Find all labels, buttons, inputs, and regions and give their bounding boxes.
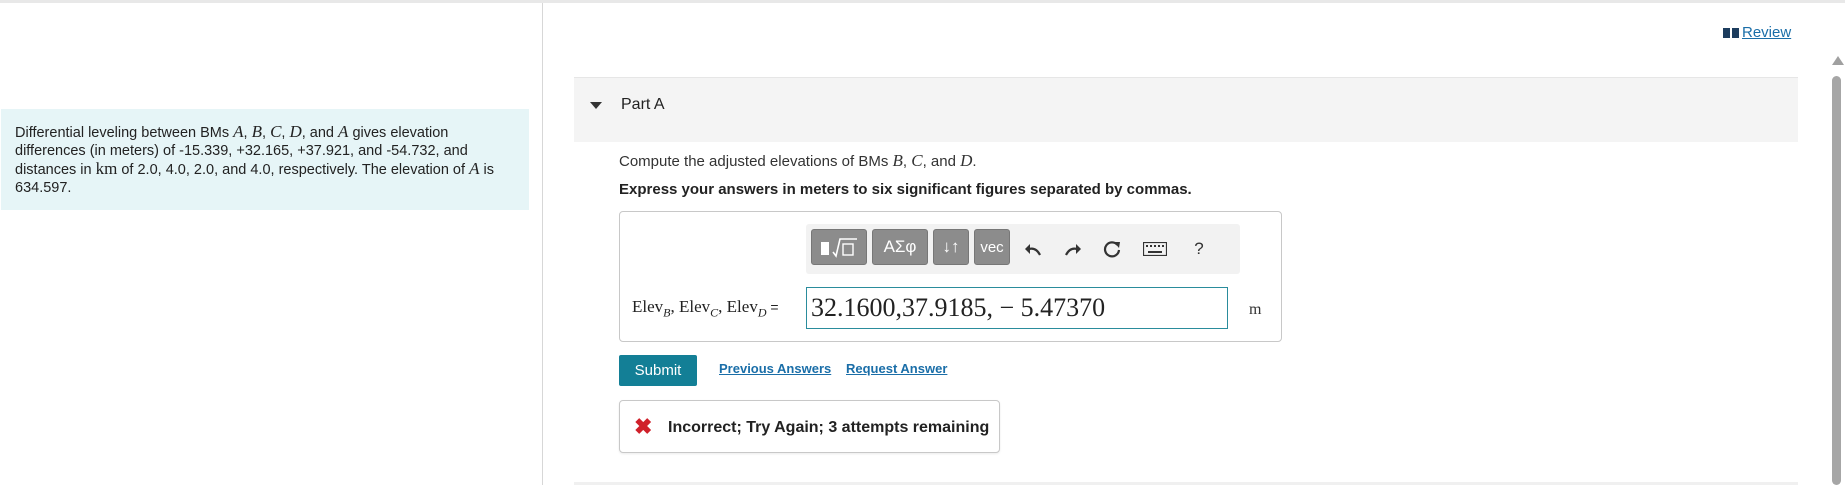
part-title: Part A — [621, 96, 665, 113]
answer-label: ElevB, ElevC, ElevD = — [632, 297, 779, 320]
top-border — [0, 0, 1845, 3]
reset-icon[interactable] — [1097, 232, 1127, 266]
review-link[interactable]: Review — [1723, 24, 1791, 41]
feedback-box: ✖ Incorrect; Try Again; 3 attempts remai… — [619, 400, 1000, 453]
subscript-superscript-button[interactable]: ↓↑ — [933, 229, 969, 265]
submit-button[interactable]: Submit — [619, 355, 697, 386]
keyboard-icon[interactable] — [1140, 232, 1170, 266]
request-answer-link[interactable]: Request Answer — [846, 361, 947, 376]
vector-button[interactable]: vec — [974, 229, 1010, 265]
question-text: Compute the adjusted elevations of BMs B… — [619, 151, 977, 170]
scroll-up-arrow-icon[interactable] — [1832, 56, 1844, 65]
part-a-header[interactable]: Part A — [574, 77, 1798, 142]
answer-input[interactable]: 32.1600,37.9185, − 5.47370 — [806, 287, 1228, 329]
redo-icon[interactable] — [1058, 232, 1088, 266]
problem-statement: Differential leveling between BMs A, B, … — [1, 109, 529, 210]
math-toolbar: ΑΣφ ↓↑ vec ? — [806, 224, 1240, 274]
feedback-text: Incorrect; Try Again; 3 attempts remaini… — [668, 419, 990, 436]
scrollbar[interactable] — [1829, 52, 1845, 485]
book-icon — [1723, 28, 1739, 38]
previous-answers-link[interactable]: Previous Answers — [719, 361, 831, 376]
review-label[interactable]: Review — [1742, 24, 1791, 41]
templates-button[interactable] — [811, 229, 867, 265]
greek-symbols-button[interactable]: ΑΣφ — [872, 229, 928, 265]
answer-panel: ΑΣφ ↓↑ vec ? ElevB, ElevC, ElevD = 32.16… — [619, 211, 1282, 342]
error-x-icon: ✖ — [634, 414, 653, 439]
scroll-thumb[interactable] — [1832, 76, 1841, 485]
help-button[interactable]: ? — [1184, 232, 1214, 266]
pane-divider — [542, 3, 543, 485]
instruction-text: Express your answers in meters to six si… — [619, 181, 1192, 198]
fraction-root-icon — [821, 238, 857, 258]
caret-down-icon[interactable] — [590, 102, 602, 109]
undo-icon[interactable] — [1018, 232, 1048, 266]
answer-unit: m — [1249, 301, 1262, 318]
